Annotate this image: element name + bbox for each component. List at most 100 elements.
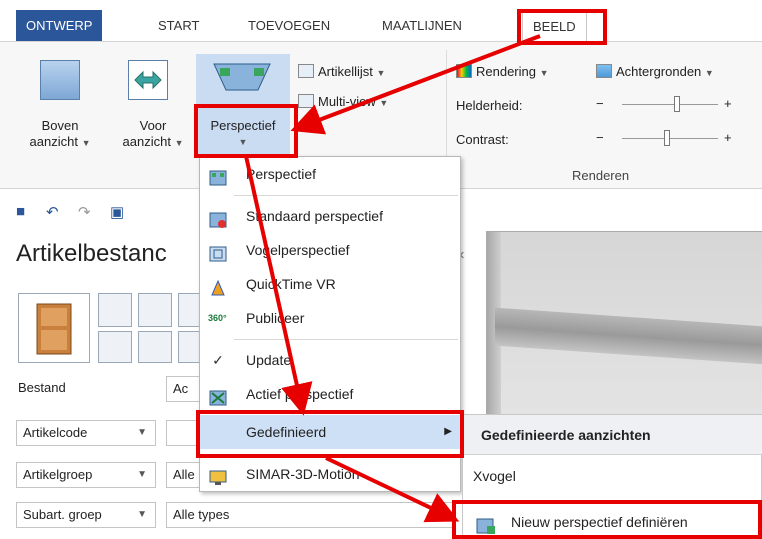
triangle-icon[interactable] xyxy=(98,331,132,363)
360-icon: 360° xyxy=(208,313,227,323)
brightness-minus[interactable]: − xyxy=(596,94,604,114)
subart-label: Subart. groep xyxy=(23,507,102,522)
save-icon[interactable]: ■ xyxy=(16,203,25,220)
artikelcode-input[interactable] xyxy=(166,420,202,446)
preview-beam xyxy=(495,307,762,365)
menu-item-vogelperspectief[interactable]: Vogelperspectief xyxy=(200,233,460,267)
top-view-icon xyxy=(40,60,80,100)
quicktime-icon xyxy=(208,275,228,296)
bestand-combo[interactable]: Ac xyxy=(166,376,202,402)
menu-item-label: QuickTime VR xyxy=(246,276,336,292)
submenu-item-nieuw-perspectief[interactable]: Nieuw perspectief definiëren xyxy=(463,505,762,539)
chevron-down-icon: ▼ xyxy=(137,469,147,480)
rendering-icon xyxy=(456,64,472,78)
menu-divider xyxy=(234,195,458,196)
contrast-slider[interactable] xyxy=(622,128,718,148)
front-view-button[interactable]: Voor aanzicht ▼ xyxy=(118,118,188,151)
front-view-label-1: Voor xyxy=(139,118,167,133)
artikelcode-label: Artikelcode xyxy=(23,425,88,440)
square-icon[interactable] xyxy=(138,331,172,363)
contrast-slider-thumb[interactable] xyxy=(664,130,670,146)
subart-value-combo[interactable]: Alle types xyxy=(166,502,456,528)
multiview-button[interactable]: Multi-view ▼ xyxy=(298,92,388,112)
artikelgroep-combo[interactable]: Artikelgroep ▼ xyxy=(16,462,156,488)
chevron-down-icon: ▼ xyxy=(376,68,386,78)
perspective-button[interactable]: Perspectief ▼ xyxy=(196,118,290,150)
brightness-slider[interactable] xyxy=(622,94,718,114)
chevron-down-icon: ▼ xyxy=(137,509,147,520)
undo-icon[interactable]: ↶ xyxy=(46,203,59,221)
monitor-icon xyxy=(208,465,228,485)
submenu-item-xvogel[interactable]: Xvogel xyxy=(463,459,762,493)
menu-item-publiceer[interactable]: 360° Publiceer xyxy=(200,301,460,335)
ribbon-tab-bar: ONTWERP START TOEVOEGEN MAATLIJNEN BEELD xyxy=(0,0,762,41)
front-view-icon xyxy=(128,60,168,100)
gedefinieerd-submenu: Gedefinieerde aanzichten Xvogel Nieuw pe… xyxy=(462,414,762,539)
menu-item-update[interactable]: ✓ Update xyxy=(200,343,460,377)
subart-combo[interactable]: Subart. groep ▼ xyxy=(16,502,156,528)
list-icon xyxy=(298,64,314,78)
menu-item-label: Actief perspectief xyxy=(246,386,354,402)
menu-item-label: Perspectief xyxy=(246,166,317,182)
menu-item-label: Update xyxy=(246,352,292,368)
chevron-down-icon: ▼ xyxy=(704,68,714,78)
standard-perspective-icon xyxy=(208,207,228,228)
chevron-down-icon: ▼ xyxy=(137,427,147,438)
contrast-minus[interactable]: − xyxy=(596,128,604,148)
dots-icon[interactable] xyxy=(138,293,172,327)
tab-ontwerp[interactable]: ONTWERP xyxy=(16,10,103,41)
menu-item-label: SIMAR-3D-Motion xyxy=(246,466,360,482)
view-icon[interactable]: ▣ xyxy=(110,203,124,221)
tab-start[interactable]: START xyxy=(148,10,209,41)
cabinet-icon[interactable] xyxy=(18,293,90,363)
check-icon: ✓ xyxy=(212,352,224,368)
brightness-plus[interactable]: + xyxy=(724,94,732,114)
circle-icon[interactable] xyxy=(178,331,200,363)
quick-access-toolbar: ■ ↶ ↷ ▣ xyxy=(0,189,200,231)
corner-icon[interactable] xyxy=(98,293,132,327)
tab-toevoegen[interactable]: TOEVOEGEN xyxy=(238,10,340,41)
submenu-item-label: Nieuw perspectief definiëren xyxy=(511,514,688,530)
shape-icon[interactable] xyxy=(178,293,200,327)
submenu-arrow-icon: ▶ xyxy=(444,426,452,437)
rendering-button[interactable]: Rendering ▼ xyxy=(456,62,549,82)
perspective-label: Perspectief xyxy=(210,118,276,133)
menu-item-standaard-perspectief[interactable]: Standaard perspectief xyxy=(200,199,460,233)
backgrounds-button[interactable]: Achtergronden ▼ xyxy=(596,62,714,82)
redo-icon[interactable]: ↷ xyxy=(78,203,91,221)
chevron-down-icon: ▼ xyxy=(81,138,91,148)
brightness-label: Helderheid: xyxy=(456,98,523,113)
menu-item-label: Vogelperspectief xyxy=(246,242,350,258)
tab-beeld[interactable]: BEELD xyxy=(522,10,587,41)
brightness-slider-thumb[interactable] xyxy=(674,96,680,112)
chevron-down-icon: ▼ xyxy=(539,68,549,78)
menu-item-label: Standaard perspectief xyxy=(246,208,383,224)
submenu-header: Gedefinieerde aanzichten xyxy=(463,415,762,455)
new-perspective-icon xyxy=(475,513,497,539)
bird-view-icon xyxy=(208,241,228,262)
bestand-label: Bestand xyxy=(18,380,66,395)
artikelgroep-label: Artikelgroep xyxy=(23,467,93,482)
menu-item-actief-perspectief[interactable]: Actief perspectief xyxy=(200,377,460,411)
tab-maatlijnen[interactable]: MAATLIJNEN xyxy=(372,10,472,41)
artikellijst-button[interactable]: Artikellijst ▼ xyxy=(298,62,385,82)
top-view-button[interactable]: Boven aanzicht ▼ xyxy=(2,118,118,151)
menu-item-gedefinieerd[interactable]: Gedefinieerd ▶ xyxy=(200,415,460,449)
backgrounds-label: Achtergronden xyxy=(616,64,702,79)
menu-item-perspectief[interactable]: Perspectief xyxy=(200,157,460,191)
contrast-plus[interactable]: + xyxy=(724,128,732,148)
artikelcode-combo[interactable]: Artikelcode ▼ xyxy=(16,420,156,446)
top-view-label-1: Boven xyxy=(41,118,79,133)
top-view-label-2: aanzicht xyxy=(29,134,78,149)
perspective-icon xyxy=(212,60,272,102)
background-icon xyxy=(596,64,612,78)
contrast-label: Contrast: xyxy=(456,132,509,147)
chevron-down-icon: ▼ xyxy=(174,138,184,148)
menu-item-quicktime-vr[interactable]: QuickTime VR xyxy=(200,267,460,301)
chevron-down-icon: ▼ xyxy=(379,98,389,108)
front-view-label-2: aanzicht xyxy=(122,134,171,149)
perspective-icon xyxy=(208,165,228,186)
menu-item-simar-3d-motion[interactable]: SIMAR-3D-Motion xyxy=(200,457,460,491)
artikellijst-label: Artikellijst xyxy=(318,64,373,79)
artikelgroep-value-combo[interactable]: Alle xyxy=(166,462,202,488)
